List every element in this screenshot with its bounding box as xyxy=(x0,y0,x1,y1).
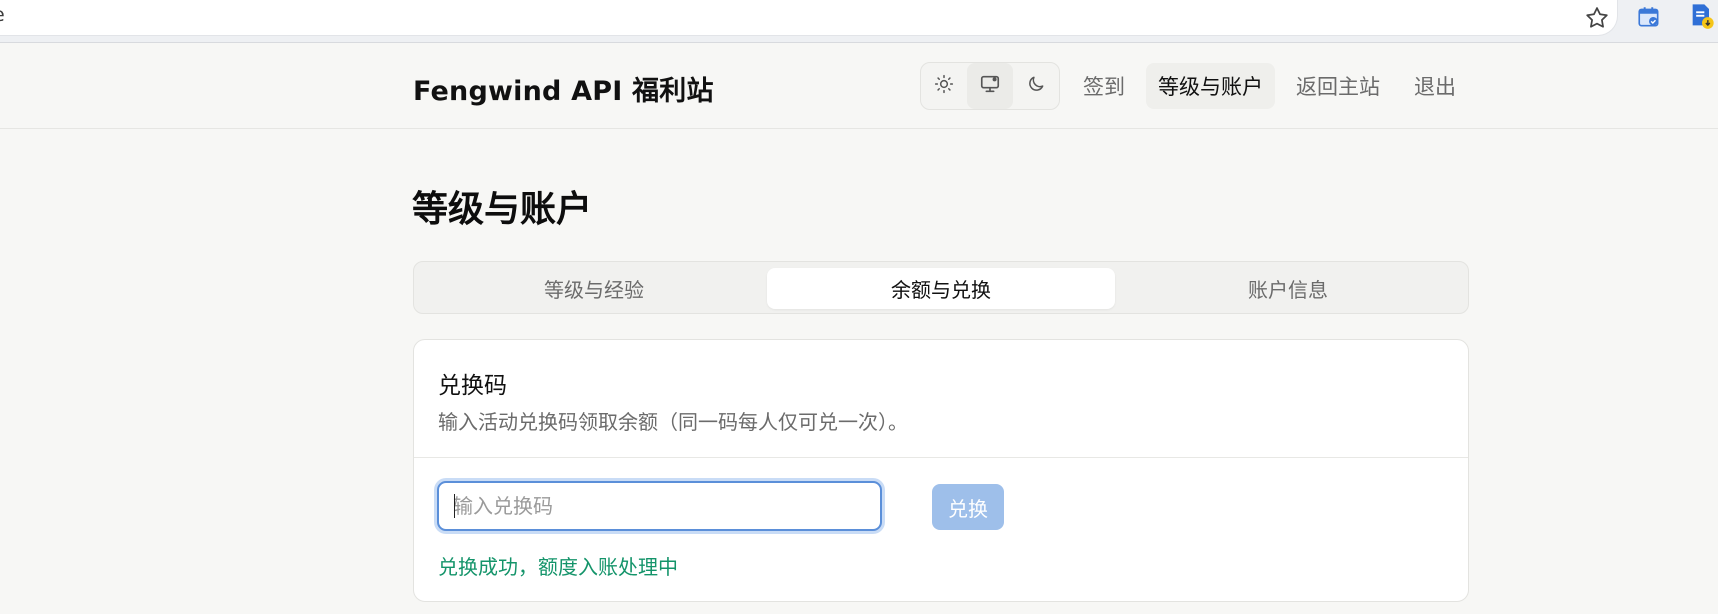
tab-level-experience[interactable]: 等级与经验 xyxy=(420,268,768,309)
monitor-icon xyxy=(979,73,1001,99)
document-extension-icon[interactable] xyxy=(1688,2,1716,30)
tab-account-info[interactable]: 账户信息 xyxy=(1114,268,1462,309)
redeem-card: 兑换码 输入活动兑换码领取余额（同一码每人仅可兑一次）。 兑换 兑换成功，额度入… xyxy=(413,339,1469,602)
account-tabs: 等级与经验 余额与兑换 账户信息 xyxy=(413,261,1469,314)
theme-light-button[interactable] xyxy=(921,63,967,109)
site-brand[interactable]: Fengwind API 福利站 xyxy=(413,69,714,108)
redeem-code-field xyxy=(437,481,882,531)
site-header: Fengwind API 福利站 签到 等级与账户 返回主站 退出 xyxy=(0,43,1718,129)
redeem-card-title: 兑换码 xyxy=(438,373,507,399)
text-caret xyxy=(454,494,455,518)
redeem-card-description: 输入活动兑换码领取余额（同一码每人仅可兑一次）。 xyxy=(438,410,908,434)
tab-balance-redeem[interactable]: 余额与兑换 xyxy=(767,268,1115,309)
nav-logout[interactable]: 退出 xyxy=(1402,63,1468,109)
card-divider xyxy=(414,457,1468,458)
nav-back-to-main[interactable]: 返回主站 xyxy=(1284,63,1392,109)
redeem-status-message: 兑换成功，额度入账处理中 xyxy=(438,555,678,579)
theme-switcher xyxy=(920,62,1060,110)
nav-level-account[interactable]: 等级与账户 xyxy=(1146,63,1275,109)
sun-icon xyxy=(934,74,954,98)
calendar-extension-icon[interactable] xyxy=(1636,4,1662,30)
address-bar[interactable]: ne xyxy=(0,0,1618,36)
theme-dark-button[interactable] xyxy=(1013,63,1059,109)
address-text: ne xyxy=(0,4,5,26)
page-title: 等级与账户 xyxy=(412,189,593,230)
nav-checkin[interactable]: 签到 xyxy=(1071,63,1137,109)
star-icon[interactable] xyxy=(1583,4,1611,32)
moon-icon xyxy=(1026,74,1046,98)
browser-chrome: ne xyxy=(0,0,1718,43)
redeem-code-input[interactable] xyxy=(439,483,880,529)
redeem-button[interactable]: 兑换 xyxy=(932,484,1004,530)
theme-system-button[interactable] xyxy=(967,63,1013,109)
